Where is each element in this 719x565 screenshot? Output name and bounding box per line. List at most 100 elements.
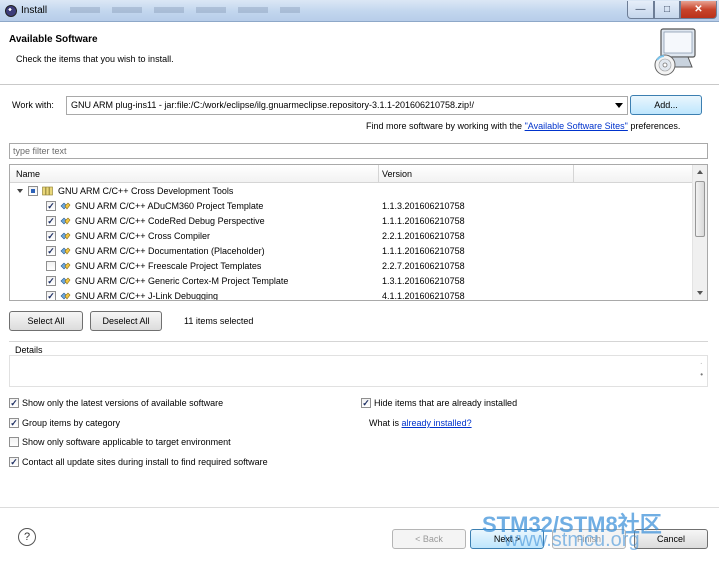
row-name: GNU ARM C/C++ Cross Compiler <box>75 231 211 241</box>
table-row[interactable]: ✓ GNU ARM C/C++ Cross Compiler 2.2.1.201… <box>10 229 693 244</box>
install-disc-icon <box>654 28 696 76</box>
table-row[interactable]: GNU ARM C/C++ Freescale Project Template… <box>10 259 693 274</box>
available-software-sites-link[interactable]: "Available Software Sites" <box>525 121 628 131</box>
add-button[interactable]: Add... <box>630 95 702 115</box>
details-text-area[interactable]: ˙ • <box>9 355 708 387</box>
work-with-combo[interactable]: GNU ARM plug-ins11 - jar:file:/C:/work/e… <box>66 96 628 115</box>
table-header: Name Version <box>10 165 693 183</box>
find-more-text: Find more software by working with the "… <box>366 121 680 131</box>
column-divider[interactable] <box>378 165 379 183</box>
plugin-icon <box>60 262 71 270</box>
row-version: 1.1.3.201606210758 <box>382 201 465 211</box>
what-is-suffix: ? <box>466 418 472 428</box>
column-divider[interactable] <box>573 165 574 183</box>
row-checkbox[interactable]: ✓ <box>46 276 56 286</box>
column-header-version[interactable]: Version <box>382 169 412 179</box>
find-more-suffix: preferences. <box>630 121 681 131</box>
contact-sites-label: Contact all update sites during install … <box>22 457 268 467</box>
watermark: STM32/STM8社区 www.stmcu.org <box>482 507 662 551</box>
row-checkbox[interactable] <box>46 261 56 271</box>
what-is-installed: What is already installed? <box>369 418 472 428</box>
details-label: Details <box>15 345 46 355</box>
applicable-only-option[interactable]: Show only software applicable to target … <box>9 436 231 448</box>
scroll-up-icon[interactable] <box>697 170 703 174</box>
find-more-prefix: Find more software by working with the <box>366 121 523 131</box>
hide-installed-checkbox[interactable]: ✓ <box>361 397 371 408</box>
table-row[interactable]: ✓ GNU ARM C/C++ CodeRed Debug Perspectiv… <box>10 214 693 229</box>
table-row[interactable]: ✓ GNU ARM C/C++ ADuCM360 Project Templat… <box>10 199 693 214</box>
latest-versions-checkbox[interactable]: ✓ <box>9 397 19 408</box>
column-header-name[interactable]: Name <box>16 169 40 179</box>
group-by-category-checkbox[interactable]: ✓ <box>9 417 19 428</box>
row-version: 1.3.1.201606210758 <box>382 276 465 286</box>
minimize-button[interactable]: — <box>627 1 654 19</box>
table-row[interactable]: ✓ GNU ARM C/C++ J-Link Debugging 4.1.1.2… <box>10 289 693 301</box>
scroll-down-icon[interactable] <box>697 291 703 295</box>
filter-input[interactable]: type filter text <box>9 143 708 159</box>
contact-sites-checkbox[interactable]: ✓ <box>9 456 19 467</box>
table-row[interactable]: ✓ GNU ARM C/C++ Documentation (Placehold… <box>10 244 693 259</box>
row-name: GNU ARM C/C++ Freescale Project Template… <box>75 261 262 271</box>
row-checkbox[interactable]: ✓ <box>46 231 56 241</box>
category-label: GNU ARM C/C++ Cross Development Tools <box>58 186 234 196</box>
row-name: GNU ARM C/C++ CodeRed Debug Perspective <box>75 216 265 226</box>
details-scroll-arrows-icon[interactable]: ˙ • <box>700 363 703 379</box>
row-checkbox[interactable]: ✓ <box>46 216 56 226</box>
group-by-category-label: Group items by category <box>22 418 121 428</box>
help-icon[interactable]: ? <box>18 528 36 546</box>
row-version: 4.1.1.201606210758 <box>382 291 465 301</box>
select-all-button[interactable]: Select All <box>9 311 83 331</box>
row-name: GNU ARM C/C++ J-Link Debugging <box>75 291 219 301</box>
plugin-icon <box>60 277 71 285</box>
title-bar: Install — □ ✕ <box>0 0 719 22</box>
row-name: GNU ARM C/C++ Generic Cortex-M Project T… <box>75 276 289 286</box>
category-checkbox[interactable] <box>28 186 38 196</box>
close-button[interactable]: ✕ <box>680 1 717 19</box>
eclipse-icon <box>5 5 17 17</box>
category-row[interactable]: GNU ARM C/C++ Cross Development Tools <box>10 184 693 199</box>
row-version: 1.1.1.201606210758 <box>382 246 465 256</box>
row-version: 1.1.1.201606210758 <box>382 216 465 226</box>
page-title: Available Software <box>9 34 98 45</box>
category-icon <box>42 186 53 196</box>
expand-toggle-icon[interactable] <box>17 189 23 193</box>
latest-versions-label: Show only the latest versions of availab… <box>22 398 224 408</box>
deselect-all-button[interactable]: Deselect All <box>90 311 162 331</box>
blurred-background-text <box>70 7 300 13</box>
row-name: GNU ARM C/C++ Documentation (Placeholder… <box>75 246 265 256</box>
row-checkbox[interactable]: ✓ <box>46 246 56 256</box>
row-version: 2.2.7.201606210758 <box>382 261 465 271</box>
contact-sites-option[interactable]: ✓ Contact all update sites during install… <box>9 456 268 468</box>
page-subtitle: Check the items that you wish to install… <box>16 54 174 64</box>
applicable-only-checkbox[interactable] <box>9 436 19 447</box>
row-name: GNU ARM C/C++ ADuCM360 Project Template <box>75 201 264 211</box>
scroll-thumb[interactable] <box>695 181 705 237</box>
chevron-down-icon[interactable] <box>615 103 623 108</box>
work-with-value: GNU ARM plug-ins11 - jar:file:/C:/work/e… <box>71 100 475 110</box>
row-checkbox[interactable]: ✓ <box>46 291 56 300</box>
watermark-url: www.stmcu.org <box>504 529 640 551</box>
hide-installed-option[interactable]: ✓ Hide items that are already installed <box>361 397 518 409</box>
row-version: 2.2.1.201606210758 <box>382 231 465 241</box>
plugin-icon <box>60 232 71 240</box>
details-divider <box>9 341 708 342</box>
back-button[interactable]: < Back <box>392 529 466 549</box>
plugin-icon <box>60 247 71 255</box>
applicable-only-label: Show only software applicable to target … <box>22 437 231 447</box>
software-tree-table[interactable]: Name Version GNU ARM C/C++ Cross Develop… <box>9 164 708 301</box>
window-title: Install <box>21 5 48 16</box>
plugin-icon <box>60 292 71 300</box>
group-by-category-option[interactable]: ✓ Group items by category <box>9 417 121 429</box>
vertical-scrollbar[interactable] <box>692 165 707 300</box>
already-installed-link[interactable]: already installed <box>402 418 467 428</box>
selection-status: 11 items selected <box>184 316 254 326</box>
latest-versions-option[interactable]: ✓ Show only the latest versions of availa… <box>9 397 224 409</box>
table-row[interactable]: ✓ GNU ARM C/C++ Generic Cortex-M Project… <box>10 274 693 289</box>
maximize-button[interactable]: □ <box>654 1 680 19</box>
what-is-prefix: What is <box>369 418 400 428</box>
plugin-icon <box>60 202 71 210</box>
work-with-label: Work with: <box>12 100 54 110</box>
plugin-icon <box>60 217 71 225</box>
row-checkbox[interactable]: ✓ <box>46 201 56 211</box>
hide-installed-label: Hide items that are already installed <box>374 398 518 408</box>
